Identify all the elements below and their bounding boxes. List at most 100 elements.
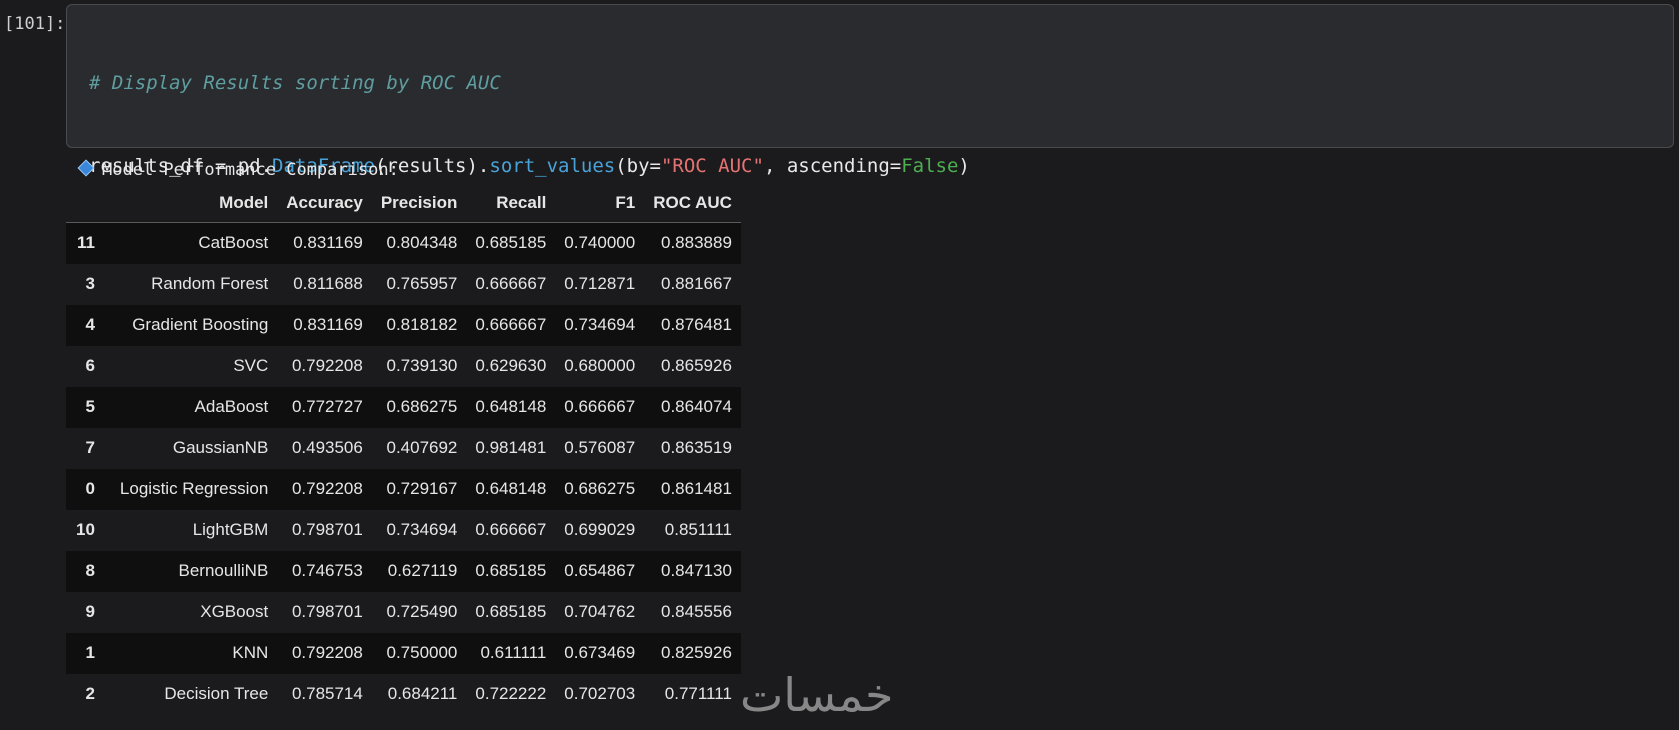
table-row: 2 Decision Tree 0.785714 0.684211 0.722222 0.… [66, 673, 741, 715]
cell-model: SVC [233, 356, 269, 375]
cell-model: Logistic Regression [119, 479, 269, 498]
cell-roc-auc: 0.847130 [661, 561, 732, 580]
row-index: 2 [85, 684, 95, 703]
stdout-text: Model Performance Comparison: [102, 160, 399, 180]
cell-f1: 0.654867 [564, 561, 636, 580]
table-row: 9 XGBoost 0.798701 0.725490 0.685185 0.704762… [66, 591, 741, 633]
cell-f1: 0.740000 [564, 233, 636, 253]
code-token: ) [958, 154, 970, 177]
cell-precision: 0.729167 [386, 479, 458, 498]
row-index: 1 [85, 643, 95, 662]
cell-precision: 0.686275 [386, 397, 458, 416]
cell-accuracy: 0.785714 [291, 684, 363, 703]
table-row: 8 BernoulliNB 0.746753 0.627119 0.685185 0.65… [66, 550, 741, 592]
cell-recall: 0.611111 [480, 643, 547, 662]
cell-f1: 0.673469 [564, 643, 636, 662]
cell-recall: 0.666667 [475, 274, 547, 293]
cell-model: LightGBM [192, 520, 269, 539]
cell-roc-auc: 0.851111 [664, 520, 732, 539]
cell-recall: 0.685185 [475, 602, 547, 621]
row-index: 5 [85, 397, 95, 416]
row-index: 10 [76, 520, 95, 539]
cell-recall: 0.981481 [475, 438, 547, 457]
row-index: 6 [85, 356, 95, 375]
code-line-1: # Display Results sorting by ROC AUC [89, 70, 970, 98]
cell-f1: 0.666667 [564, 397, 636, 416]
code-token-attr: sort_values [489, 154, 616, 177]
cell-accuracy: 0.798701 [291, 520, 363, 539]
cell-model: CatBoost [198, 233, 269, 253]
cell-roc-auc: 0.864074 [661, 397, 732, 416]
row-index: 9 [85, 602, 95, 621]
code-token: (by= [615, 154, 661, 177]
row-index: 11 [76, 233, 95, 253]
index-header [66, 184, 111, 223]
row-index: 8 [85, 561, 95, 580]
cell-f1: 0.702703 [564, 684, 636, 703]
cell-f1: 0.686275 [564, 479, 636, 498]
cell-accuracy: 0.493506 [291, 438, 363, 457]
cell-precision: 0.684211 [387, 684, 458, 703]
cell-precision: 0.407692 [386, 438, 458, 457]
cell-recall: 0.685185 [475, 561, 547, 580]
cell-model: XGBoost [200, 602, 269, 621]
cell-recall: 0.648148 [475, 479, 547, 498]
cell-f1: 0.712871 [564, 274, 636, 293]
column-header-accuracy: Accuracy [277, 184, 372, 223]
cell-precision: 0.627119 [387, 561, 458, 580]
column-header-precision: Precision [371, 184, 467, 223]
code-token-keyword: False [901, 154, 959, 177]
cell-roc-auc: 0.861481 [661, 479, 732, 498]
code-cell-input[interactable]: # Display Results sorting by ROC AUC res… [66, 4, 1674, 342]
cell-model: KNN [232, 643, 269, 662]
cell-model: AdaBoost [194, 397, 269, 416]
table-row: 3 Random Forest 0.811688 0.765957 0.666667 0.… [66, 263, 741, 305]
cell-recall: 0.648148 [475, 397, 547, 416]
cell-model: Gradient Boosting [132, 315, 269, 334]
cell-accuracy: 0.831169 [293, 233, 363, 253]
diamond-icon [77, 159, 95, 177]
cell-recall: 0.685185 [475, 233, 547, 253]
table-row: 5 AdaBoost 0.772727 0.686275 0.648148 0.66666… [66, 386, 741, 428]
cell-precision: 0.739130 [386, 356, 458, 375]
column-header-roc-auc: ROC AUC [644, 184, 741, 223]
cell-accuracy: 0.792208 [291, 643, 363, 662]
cell-roc-auc: 0.825926 [661, 643, 732, 662]
table-row: 0 Logistic Regression 0.792208 0.729167 0.64… [66, 468, 741, 510]
cell-f1: 0.704762 [564, 602, 636, 621]
column-header-model: Model [110, 184, 278, 223]
cell-precision: 0.725490 [386, 602, 458, 621]
cell-f1: 0.680000 [564, 356, 636, 375]
cell-model: BernoulliNB [178, 561, 269, 580]
cell-recall: 0.629630 [475, 356, 547, 375]
code-token-string: "ROC AUC" [660, 154, 764, 177]
table-row: 11 CatBoost 0.831169 0.804348 0.685185 0.7400… [66, 222, 741, 264]
cell-accuracy: 0.772727 [291, 397, 363, 416]
cell-roc-auc: 0.883889 [661, 233, 732, 253]
results-dataframe-table: Model Accuracy Precision Recall F1 ROC A… [66, 184, 741, 715]
cell-roc-auc: 0.863519 [661, 438, 732, 457]
cell-accuracy: 0.792208 [291, 356, 363, 375]
cell-roc-auc: 0.845556 [661, 602, 732, 621]
cell-f1: 0.699029 [564, 520, 636, 539]
cell-accuracy: 0.831169 [293, 315, 363, 334]
cell-roc-auc: 0.771111 [664, 684, 732, 703]
row-index: 7 [85, 438, 95, 457]
column-header-f1: F1 [555, 184, 645, 223]
cell-accuracy: 0.746753 [291, 561, 363, 580]
row-index: 3 [85, 274, 95, 293]
table-header-row: Model Accuracy Precision Recall F1 ROC A… [66, 184, 741, 223]
column-header-recall: Recall [466, 184, 556, 223]
table-row: 6 SVC 0.792208 0.739130 0.629630 0.680000 0.86… [66, 345, 741, 387]
cell-recall: 0.666667 [475, 520, 547, 539]
cell-recall: 0.722222 [475, 684, 547, 703]
table-row: 4 Gradient Boosting 0.831169 0.818182 0.6666… [66, 304, 741, 346]
cell-roc-auc: 0.876481 [661, 315, 732, 334]
code-comment: # Display Results sorting by ROC AUC [89, 72, 501, 94]
cell-precision: 0.734694 [386, 520, 458, 539]
cell-model: Random Forest [151, 274, 269, 293]
watermark-logo: خمسات [740, 668, 894, 722]
row-index: 4 [85, 315, 95, 334]
table-row: 10 LightGBM 0.798701 0.734694 0.666667 0.6990… [66, 509, 741, 551]
cell-precision: 0.750000 [386, 643, 458, 662]
